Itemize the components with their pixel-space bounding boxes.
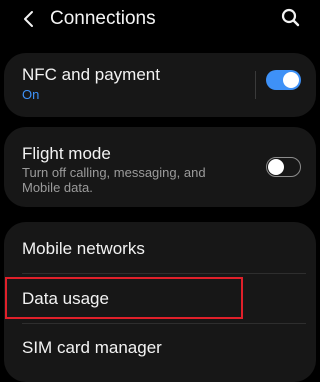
- nfc-payment-setting[interactable]: NFC and payment On: [4, 53, 316, 117]
- connections-menu-card: Mobile networks Data usage SIM card mana…: [4, 222, 316, 382]
- menu-item-sim-card-manager[interactable]: SIM card manager: [22, 338, 162, 358]
- flight-title: Flight mode: [22, 144, 111, 163]
- flight-toggle[interactable]: [266, 157, 301, 177]
- search-button[interactable]: [280, 7, 302, 29]
- divider: [22, 273, 306, 274]
- nfc-status: On: [22, 87, 40, 102]
- back-arrow-icon: [24, 11, 33, 27]
- page-title: Connections: [50, 8, 156, 29]
- search-icon: [281, 8, 300, 27]
- menu-item-mobile-networks[interactable]: Mobile networks: [22, 239, 145, 259]
- divider: [255, 71, 256, 99]
- back-button[interactable]: [18, 8, 40, 30]
- menu-item-data-usage[interactable]: Data usage: [22, 289, 109, 309]
- toggle-knob: [283, 72, 299, 88]
- nfc-title: NFC and payment: [22, 65, 160, 84]
- divider: [22, 323, 306, 324]
- nfc-toggle[interactable]: [266, 70, 301, 90]
- toggle-knob: [268, 158, 284, 175]
- flight-mode-setting[interactable]: Flight mode Turn off calling, messaging,…: [4, 127, 316, 207]
- app-header: Connections: [0, 0, 320, 38]
- flight-description: Turn off calling, messaging, and Mobile …: [22, 165, 206, 195]
